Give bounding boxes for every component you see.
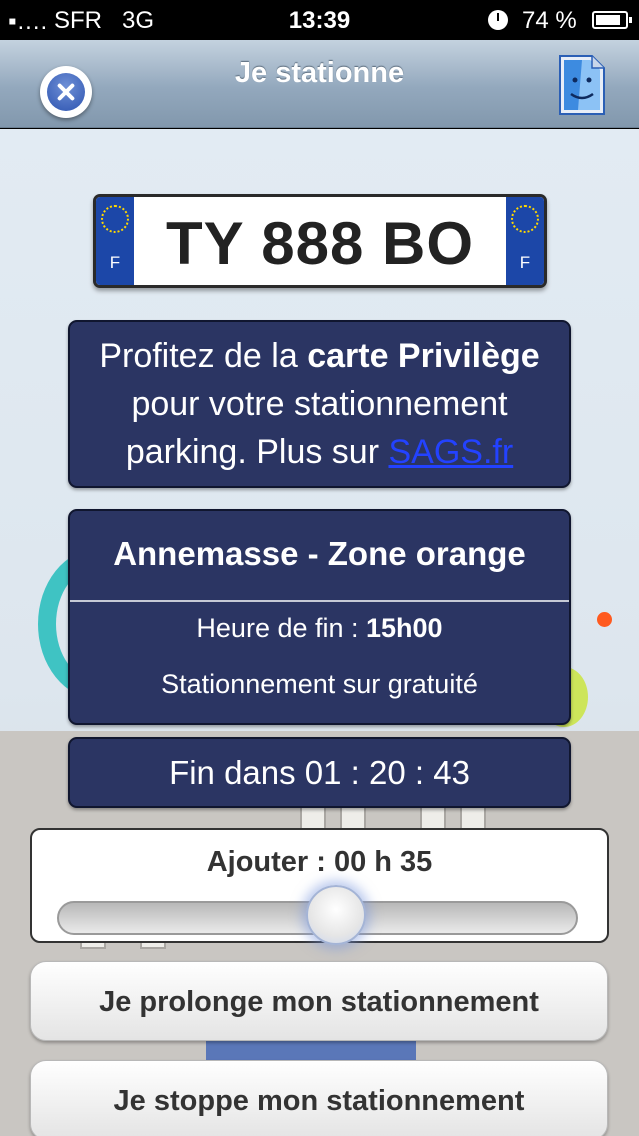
parking-status: Stationnement sur gratuité [161, 669, 478, 699]
add-time-label: Ajouter : 00 h 35 [206, 846, 433, 878]
promo-panel: Profitez de la carte Privilège pour votr… [68, 320, 571, 488]
finder-icon[interactable] [556, 54, 606, 116]
license-plate: F TY 888 BO F [93, 194, 547, 288]
eu-band-right: F [506, 197, 544, 285]
promo-highlight: carte Privilège [307, 337, 540, 375]
eu-stars-icon [511, 205, 539, 233]
zone-panel: Annemasse - Zone orange Heure de fin : 1… [68, 509, 571, 725]
eu-stars-icon [101, 205, 129, 233]
end-time-value: 15h00 [366, 613, 443, 643]
content-area: F TY 888 BO F Profitez de la carte Privi… [0, 129, 639, 1136]
promo-text: Profitez de la [99, 337, 308, 375]
plate-number: TY 888 BO [165, 210, 475, 277]
zone-name: Annemasse - Zone orange [113, 535, 526, 572]
plate-country-code: F [109, 253, 121, 272]
prolong-parking-button[interactable]: Je prolonge mon stationnement [30, 961, 608, 1041]
end-time-row: Heure de fin : 15h00 [70, 613, 569, 644]
page-title: Je stationne [234, 57, 405, 89]
plate-country-code: F [519, 253, 531, 272]
navigation-bar: Je stationne [0, 40, 639, 128]
eu-band-left: F [96, 197, 134, 285]
status-bar: ▪.... SFR 3G 13:39 74 % [0, 0, 639, 40]
add-time-slider-thumb[interactable] [306, 885, 366, 945]
decorative-dot [597, 612, 612, 627]
countdown-panel: Fin dans 01 : 20 : 43 [68, 737, 571, 808]
battery-percentage: 74 % [522, 7, 577, 34]
sags-link[interactable]: SAGS.fr [388, 433, 513, 471]
zone-divider [70, 600, 569, 602]
add-time-panel: Ajouter : 00 h 35 [30, 828, 609, 945]
battery-icon [592, 11, 632, 29]
alarm-clock-icon [488, 10, 508, 30]
end-time-label: Heure de fin : [196, 613, 367, 643]
stop-parking-button[interactable]: Je stoppe mon stationnement [30, 1060, 608, 1136]
